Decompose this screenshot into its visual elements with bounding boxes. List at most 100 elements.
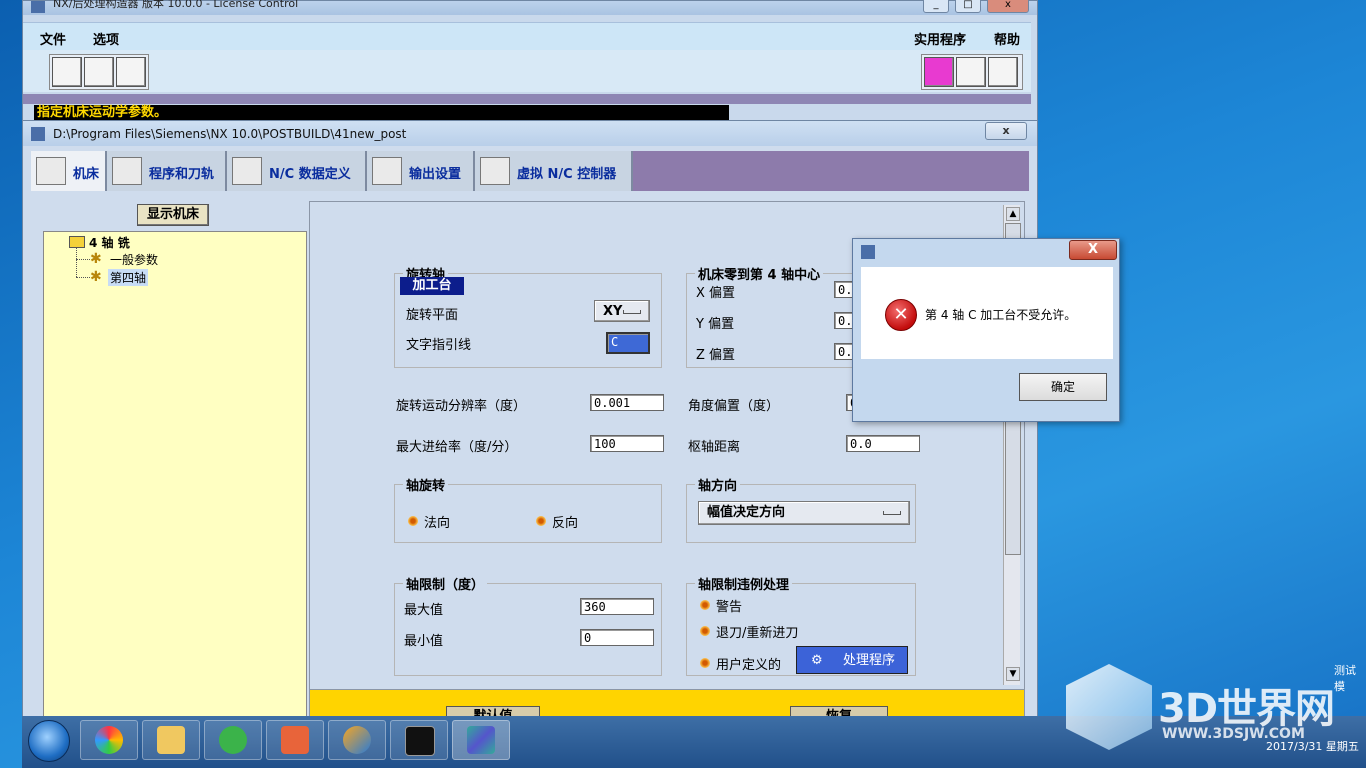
nx-icon bbox=[343, 726, 371, 754]
start-button[interactable] bbox=[28, 720, 70, 762]
radio-retract[interactable] bbox=[700, 626, 710, 636]
task-nx[interactable] bbox=[328, 720, 386, 760]
tab-output-settings[interactable]: 输出设置 bbox=[367, 151, 475, 191]
scroll-up-icon[interactable]: ▲ bbox=[1006, 207, 1020, 221]
console-icon bbox=[405, 726, 435, 756]
pivot-input[interactable]: 0.0 bbox=[846, 435, 920, 452]
tree-root[interactable]: 4 轴 铣 bbox=[89, 234, 130, 251]
y-offset-label: Y 偏置 bbox=[696, 317, 735, 332]
main-window: NX/后处理构造器 版本 10.0.0 - License Control _ … bbox=[22, 0, 1038, 122]
tree-node-fourth-axis[interactable]: 第四轴 bbox=[108, 269, 149, 286]
radio-reverse-label: 反向 bbox=[552, 516, 579, 531]
zero-offset-legend: 机床零到第 4 轴中心 bbox=[698, 268, 821, 283]
menu-file[interactable]: 文件 bbox=[40, 29, 66, 48]
task-pdf[interactable] bbox=[266, 720, 324, 760]
axis-limits-legend: 轴限制（度） bbox=[406, 578, 485, 593]
toolbar bbox=[23, 50, 1031, 92]
postbuilder-icon bbox=[467, 726, 495, 754]
program-tab-icon bbox=[112, 157, 142, 185]
axis-rotation-legend: 轴旋转 bbox=[406, 479, 446, 494]
axis-rotation-group: 轴旋转 bbox=[394, 475, 662, 543]
max-limit-input[interactable]: 360 bbox=[580, 598, 654, 615]
menu-utilities[interactable]: 实用程序 bbox=[914, 29, 966, 48]
axis-direction-value: 幅值决定方向 bbox=[707, 505, 786, 520]
close-button[interactable]: x bbox=[987, 0, 1029, 13]
machine-tree-panel: 显示机床 4 轴 铣 ✱ 一般参数 ✱ 第四轴 bbox=[31, 199, 311, 721]
task-ie-colorful[interactable] bbox=[80, 720, 138, 760]
axis-direction-legend: 轴方向 bbox=[698, 479, 738, 494]
dropdown-indicator-icon bbox=[623, 310, 641, 314]
plane-label: 旋转平面 bbox=[406, 308, 459, 323]
menu-options[interactable]: 选项 bbox=[93, 29, 119, 48]
tab-virtual-nc[interactable]: 虚拟 N/C 控制器 bbox=[475, 151, 633, 191]
project-title-bar: D:\Program Files\Siemens\NX 10.0\POSTBUI… bbox=[23, 121, 1037, 146]
min-limit-input[interactable]: 0 bbox=[580, 629, 654, 646]
tab-machine[interactable]: 机床 bbox=[31, 151, 107, 191]
task-console[interactable] bbox=[390, 720, 448, 760]
minimize-button[interactable]: _ bbox=[923, 0, 949, 13]
menu-bar: 文件 选项 实用程序 帮助 bbox=[23, 22, 1031, 51]
resolution-input[interactable]: 0.001 bbox=[590, 394, 664, 411]
browser-icon bbox=[219, 726, 247, 754]
axis-direction-dropdown[interactable]: 幅值决定方向 bbox=[698, 501, 910, 525]
virtual-nc-tab-icon bbox=[480, 157, 510, 185]
dialog-message: 第 4 轴 C 加工台不受允许。 bbox=[925, 308, 1077, 322]
radio-user-defined[interactable] bbox=[700, 658, 710, 668]
task-browser[interactable] bbox=[204, 720, 262, 760]
menu-help[interactable]: 帮助 bbox=[994, 29, 1020, 48]
leader-input[interactable]: C bbox=[606, 332, 650, 354]
save-icon[interactable] bbox=[116, 57, 146, 87]
error-dialog: X ✕ 第 4 轴 C 加工台不受允许。 确定 bbox=[852, 238, 1120, 422]
printer-tab-icon bbox=[372, 157, 402, 185]
z-offset-label: Z 偏置 bbox=[696, 348, 736, 363]
main-purple-strip bbox=[23, 94, 1031, 104]
manual-book-icon[interactable] bbox=[988, 57, 1018, 87]
resolution-label: 旋转运动分辨率（度） bbox=[396, 399, 527, 414]
plane-value: XY bbox=[603, 304, 623, 319]
min-limit-label: 最小值 bbox=[404, 634, 444, 649]
app-icon bbox=[31, 1, 45, 13]
main-title-bar: NX/后处理构造器 版本 10.0.0 - License Control _ … bbox=[23, 0, 1037, 15]
rotary-type-label: 加工台 bbox=[400, 277, 464, 295]
radio-reverse[interactable] bbox=[536, 516, 546, 526]
dropdown-indicator-icon bbox=[883, 511, 901, 515]
tree-line bbox=[76, 277, 90, 278]
gear-icon: ✱ bbox=[90, 251, 102, 267]
context-help-icon[interactable] bbox=[956, 57, 986, 87]
max-feed-input[interactable]: 100 bbox=[590, 435, 664, 452]
dialog-close-button[interactable]: X bbox=[1069, 240, 1117, 260]
task-explorer[interactable] bbox=[142, 720, 200, 760]
machine-tree: 4 轴 铣 ✱ 一般参数 ✱ 第四轴 bbox=[43, 231, 307, 721]
scroll-down-icon[interactable]: ▼ bbox=[1006, 667, 1020, 681]
handler-button[interactable]: ⚙ 处理程序 bbox=[796, 646, 908, 674]
tab-program-toolpath[interactable]: 程序和刀轨 bbox=[107, 151, 227, 191]
task-postbuilder[interactable] bbox=[452, 720, 510, 760]
tab-strip: 机床 程序和刀轨 N/C 数据定义 输出设置 虚拟 N/C 控制器 bbox=[31, 151, 1029, 191]
error-icon: ✕ bbox=[885, 299, 917, 331]
handler-icon: ⚙ bbox=[811, 653, 823, 668]
main-window-title: NX/后处理构造器 版本 10.0.0 - License Control bbox=[53, 0, 299, 10]
show-machine-button[interactable]: 显示机床 bbox=[137, 204, 209, 226]
tab-program-label: 程序和刀轨 bbox=[149, 167, 215, 182]
radio-retract-label: 退刀/重新进刀 bbox=[716, 626, 799, 641]
help-question-icon[interactable] bbox=[924, 57, 954, 87]
ok-button[interactable]: 确定 bbox=[1019, 373, 1107, 401]
project-close-button[interactable]: x bbox=[985, 122, 1027, 140]
limit-violation-legend: 轴限制违例处理 bbox=[698, 578, 790, 593]
folder-icon bbox=[157, 726, 185, 754]
maximize-button[interactable]: □ bbox=[955, 0, 981, 13]
radio-user-defined-label: 用户定义的 bbox=[716, 658, 782, 673]
tree-node-general[interactable]: 一般参数 bbox=[110, 251, 158, 268]
pdf-icon bbox=[281, 726, 309, 754]
new-file-icon[interactable] bbox=[52, 57, 82, 87]
radio-warning[interactable] bbox=[700, 600, 710, 610]
handler-button-label: 处理程序 bbox=[842, 653, 895, 668]
plane-dropdown[interactable]: XY bbox=[594, 300, 650, 322]
max-limit-label: 最大值 bbox=[404, 603, 444, 618]
open-folder-icon[interactable] bbox=[84, 57, 114, 87]
axis-limits-group: 轴限制（度） bbox=[394, 574, 662, 676]
angle-offset-label: 角度偏置（度） bbox=[688, 399, 780, 414]
radio-normal[interactable] bbox=[408, 516, 418, 526]
status-bar: 指定机床运动学参数。 bbox=[34, 105, 729, 121]
tab-nc-data[interactable]: N/C 数据定义 bbox=[227, 151, 367, 191]
